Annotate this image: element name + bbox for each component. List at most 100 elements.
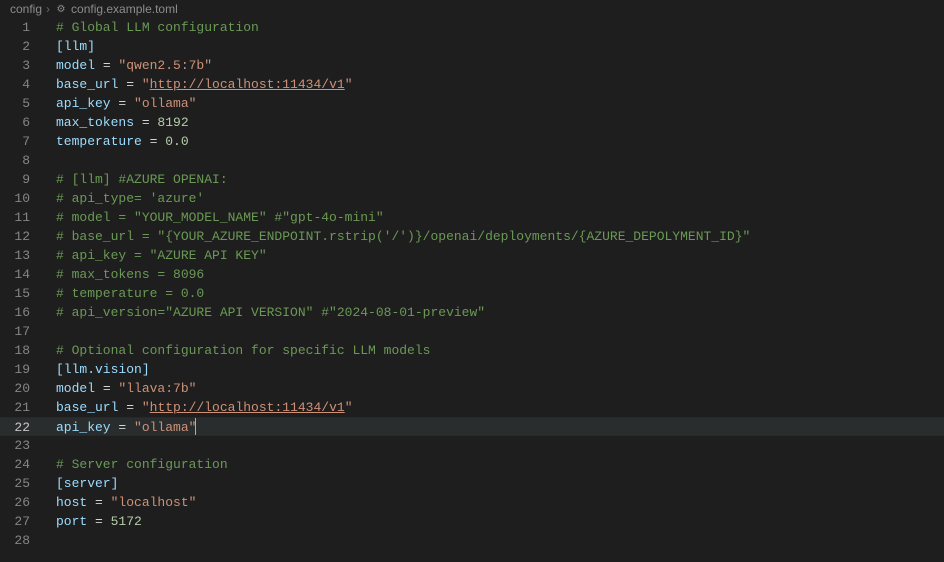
line-number: 20 [0, 379, 48, 398]
code-content[interactable]: max_tokens = 8192 [48, 113, 944, 132]
token-key: base_url [56, 77, 118, 92]
code-content[interactable]: # max_tokens = 8096 [48, 265, 944, 284]
line-number: 10 [0, 189, 48, 208]
line-number: 21 [0, 398, 48, 417]
line-number: 22 [0, 418, 48, 435]
code-line-22[interactable]: 22api_key = "ollama" [0, 417, 944, 436]
token-op: = [118, 400, 141, 415]
code-content[interactable]: api_key = "ollama" [48, 418, 944, 435]
code-content[interactable]: # model = "YOUR_MODEL_NAME" #"gpt-4o-min… [48, 208, 944, 227]
line-number: 23 [0, 436, 48, 455]
token-string: "ollama" [134, 420, 196, 435]
code-line-19[interactable]: 19[llm.vision] [0, 360, 944, 379]
code-line-5[interactable]: 5api_key = "ollama" [0, 94, 944, 113]
code-content[interactable]: # Server configuration [48, 455, 944, 474]
line-number: 25 [0, 474, 48, 493]
code-line-21[interactable]: 21base_url = "http://localhost:11434/v1" [0, 398, 944, 417]
line-number: 1 [0, 18, 48, 37]
token-url: http://localhost:11434/v1 [150, 400, 345, 415]
token-key: api_key [56, 96, 111, 111]
code-content[interactable]: # Global LLM configuration [48, 18, 944, 37]
code-content[interactable]: [server] [48, 474, 944, 493]
code-content[interactable]: port = 5172 [48, 512, 944, 531]
token-key: base_url [56, 400, 118, 415]
token-number: 0.0 [165, 134, 188, 149]
code-content[interactable]: # temperature = 0.0 [48, 284, 944, 303]
breadcrumb-file[interactable]: config.example.toml [71, 0, 178, 19]
code-content[interactable] [48, 151, 944, 170]
line-number: 7 [0, 132, 48, 151]
code-editor[interactable]: 1 # Global LLM configuration 2[llm]3model … [0, 18, 944, 550]
code-content[interactable]: base_url = "http://localhost:11434/v1" [48, 75, 944, 94]
code-line-25[interactable]: 25[server] [0, 474, 944, 493]
token-string: " [345, 400, 353, 415]
token-comment: # Server configuration [56, 457, 228, 472]
code-content[interactable]: model = "llava:7b" [48, 379, 944, 398]
token-comment: # model = "YOUR_MODEL_NAME" #"gpt-4o-min… [56, 210, 384, 225]
breadcrumb[interactable]: config › ⚙ config.example.toml [0, 0, 944, 18]
code-content[interactable]: api_key = "ollama" [48, 94, 944, 113]
code-line-24[interactable]: 24# Server configuration [0, 455, 944, 474]
code-line-8[interactable]: 8 [0, 151, 944, 170]
code-content[interactable] [48, 436, 944, 455]
code-content[interactable]: temperature = 0.0 [48, 132, 944, 151]
code-line-14[interactable]: 14# max_tokens = 8096 [0, 265, 944, 284]
line-number: 19 [0, 360, 48, 379]
code-content[interactable]: # base_url = "{YOUR_AZURE_ENDPOINT.rstri… [48, 227, 944, 246]
code-content[interactable]: # [llm] #AZURE OPENAI: [48, 170, 944, 189]
token-url: http://localhost:11434/v1 [150, 77, 345, 92]
code-content[interactable]: # api_key = "AZURE API KEY" [48, 246, 944, 265]
token-number: 8192 [157, 115, 188, 130]
token-string: "localhost" [111, 495, 197, 510]
code-line-11[interactable]: 11# model = "YOUR_MODEL_NAME" #"gpt-4o-m… [0, 208, 944, 227]
breadcrumb-folder[interactable]: config [10, 0, 42, 19]
code-line-28[interactable]: 28 [0, 531, 944, 550]
token-comment: # api_key = "AZURE API KEY" [56, 248, 267, 263]
code-line-9[interactable]: 9# [llm] #AZURE OPENAI: [0, 170, 944, 189]
code-content[interactable]: base_url = "http://localhost:11434/v1" [48, 398, 944, 417]
token-key: model [56, 58, 95, 73]
token-comment: # api_type= 'azure' [56, 191, 204, 206]
code-line-4[interactable]: 4base_url = "http://localhost:11434/v1" [0, 75, 944, 94]
code-line-10[interactable]: 10 # api_type= 'azure' [0, 189, 944, 208]
code-line-3[interactable]: 3model = "qwen2.5:7b" [0, 56, 944, 75]
code-line-20[interactable]: 20model = "llava:7b" [0, 379, 944, 398]
code-content[interactable]: # api_type= 'azure' [48, 189, 944, 208]
code-content[interactable] [48, 322, 944, 341]
code-line-2[interactable]: 2[llm] [0, 37, 944, 56]
code-line-17[interactable]: 17 [0, 322, 944, 341]
token-key: port [56, 514, 87, 529]
code-line-12[interactable]: 12# base_url = "{YOUR_AZURE_ENDPOINT.rst… [0, 227, 944, 246]
code-content[interactable]: model = "qwen2.5:7b" [48, 56, 944, 75]
line-number: 18 [0, 341, 48, 360]
token-header: [llm] [56, 39, 95, 54]
code-line-23[interactable]: 23 [0, 436, 944, 455]
code-content[interactable]: # Optional configuration for specific LL… [48, 341, 944, 360]
code-content[interactable]: [llm.vision] [48, 360, 944, 379]
code-line-26[interactable]: 26host = "localhost" [0, 493, 944, 512]
token-comment: # Global LLM configuration [56, 20, 259, 35]
line-number: 15 [0, 284, 48, 303]
code-content[interactable]: # api_version="AZURE API VERSION" #"2024… [48, 303, 944, 322]
file-icon: ⚙ [54, 2, 68, 16]
line-number: 28 [0, 531, 48, 550]
token-op: = [111, 96, 134, 111]
token-string: " [142, 400, 150, 415]
code-content[interactable]: [llm] [48, 37, 944, 56]
code-content[interactable]: host = "localhost" [48, 493, 944, 512]
token-string: "qwen2.5:7b" [118, 58, 212, 73]
code-line-18[interactable]: 18# Optional configuration for specific … [0, 341, 944, 360]
line-number: 14 [0, 265, 48, 284]
code-content[interactable] [48, 531, 944, 550]
code-line-1[interactable]: 1 # Global LLM configuration [0, 18, 944, 37]
line-number: 13 [0, 246, 48, 265]
code-line-16[interactable]: 16# api_version="AZURE API VERSION" #"20… [0, 303, 944, 322]
code-line-7[interactable]: 7temperature = 0.0 [0, 132, 944, 151]
code-line-15[interactable]: 15# temperature = 0.0 [0, 284, 944, 303]
code-line-13[interactable]: 13 # api_key = "AZURE API KEY" [0, 246, 944, 265]
token-string: "llava:7b" [118, 381, 196, 396]
token-string: " [345, 77, 353, 92]
code-line-27[interactable]: 27port = 5172 [0, 512, 944, 531]
code-line-6[interactable]: 6max_tokens = 8192 [0, 113, 944, 132]
token-key: model [56, 381, 95, 396]
